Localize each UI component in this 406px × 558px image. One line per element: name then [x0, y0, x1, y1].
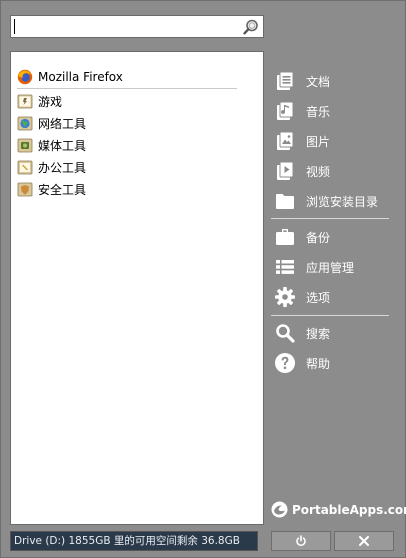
drive-status-bar: Drive (D:) 1855GB 里的可用空间剩余 36.8GB	[10, 531, 258, 551]
menu-item-label: 浏览安装目录	[306, 194, 379, 209]
menu-item-label: 音乐	[306, 104, 331, 119]
menu-item-options[interactable]: 选项	[274, 284, 330, 310]
app-item-label: 游戏	[38, 94, 63, 109]
power-icon	[296, 535, 306, 547]
gear-icon	[275, 287, 295, 307]
pictures-icon	[277, 131, 294, 150]
portableapps-window: Mozilla Firefox 游戏 网络工具 媒体工具 办公工具 安全工具 文…	[0, 0, 406, 558]
menu-item-explore[interactable]: 浏览安装目录	[274, 188, 378, 214]
menu-item-backup[interactable]: 备份	[274, 224, 330, 250]
search-icon[interactable]	[242, 18, 260, 36]
app-folder-security[interactable]: 安全工具	[17, 178, 86, 200]
folder-icon	[276, 194, 294, 209]
help-icon	[275, 353, 295, 373]
power-button[interactable]	[271, 531, 331, 551]
folder-icon	[17, 182, 33, 197]
videos-icon	[277, 161, 294, 180]
menu-separator	[271, 315, 389, 316]
music-icon	[277, 101, 294, 120]
app-item-label: 办公工具	[38, 160, 87, 175]
app-item-label: Mozilla Firefox	[38, 70, 123, 84]
menu-item-label: 备份	[306, 230, 331, 245]
menu-item-label: 文档	[306, 74, 331, 89]
right-menu: 文档 音乐 图片 视频 浏览安装目录 备份 应用管理 选项 搜索 帮助	[271, 1, 397, 558]
menu-item-label: 应用管理	[306, 260, 355, 275]
brand-label: PortableApps.com	[292, 502, 406, 517]
list-icon	[276, 260, 294, 274]
folder-icon	[17, 138, 33, 153]
documents-icon	[277, 71, 294, 90]
search-icon	[276, 324, 295, 343]
folder-icon	[17, 94, 33, 109]
app-item-label: 网络工具	[38, 116, 87, 131]
app-folder-network[interactable]: 网络工具	[17, 112, 86, 134]
menu-item-label: 选项	[306, 290, 331, 305]
menu-item-label: 帮助	[306, 356, 331, 371]
menu-item-videos[interactable]: 视频	[274, 158, 330, 184]
folder-icon	[17, 160, 33, 175]
menu-item-help[interactable]: 帮助	[274, 350, 330, 376]
portableapps-logo-icon	[271, 501, 288, 518]
folder-icon	[17, 116, 33, 131]
app-item-label: 媒体工具	[38, 138, 87, 153]
menu-item-pictures[interactable]: 图片	[274, 128, 330, 154]
menu-item-music[interactable]: 音乐	[274, 98, 330, 124]
menu-item-app-manager[interactable]: 应用管理	[274, 254, 354, 280]
menu-item-documents[interactable]: 文档	[274, 68, 330, 94]
firefox-icon	[17, 69, 33, 85]
menu-separator	[271, 218, 389, 219]
app-list: Mozilla Firefox 游戏 网络工具 媒体工具 办公工具 安全工具	[10, 51, 264, 525]
app-item-label: 安全工具	[38, 182, 87, 197]
menu-item-search[interactable]: 搜索	[274, 320, 330, 346]
app-item-firefox[interactable]: Mozilla Firefox	[17, 66, 123, 88]
app-folder-office[interactable]: 办公工具	[17, 156, 86, 178]
app-folder-media[interactable]: 媒体工具	[17, 134, 86, 156]
menu-item-label: 搜索	[306, 326, 331, 341]
app-folder-games[interactable]: 游戏	[17, 90, 62, 112]
briefcase-icon	[276, 229, 294, 245]
close-button[interactable]	[334, 531, 394, 551]
portableapps-logo[interactable]: PortableApps.com	[271, 501, 406, 518]
text-caret	[14, 19, 15, 34]
menu-item-label: 图片	[306, 134, 331, 149]
close-icon	[359, 536, 369, 546]
search-box[interactable]	[10, 15, 264, 38]
app-divider	[17, 88, 237, 89]
menu-item-label: 视频	[306, 164, 331, 179]
search-input[interactable]	[14, 18, 242, 35]
